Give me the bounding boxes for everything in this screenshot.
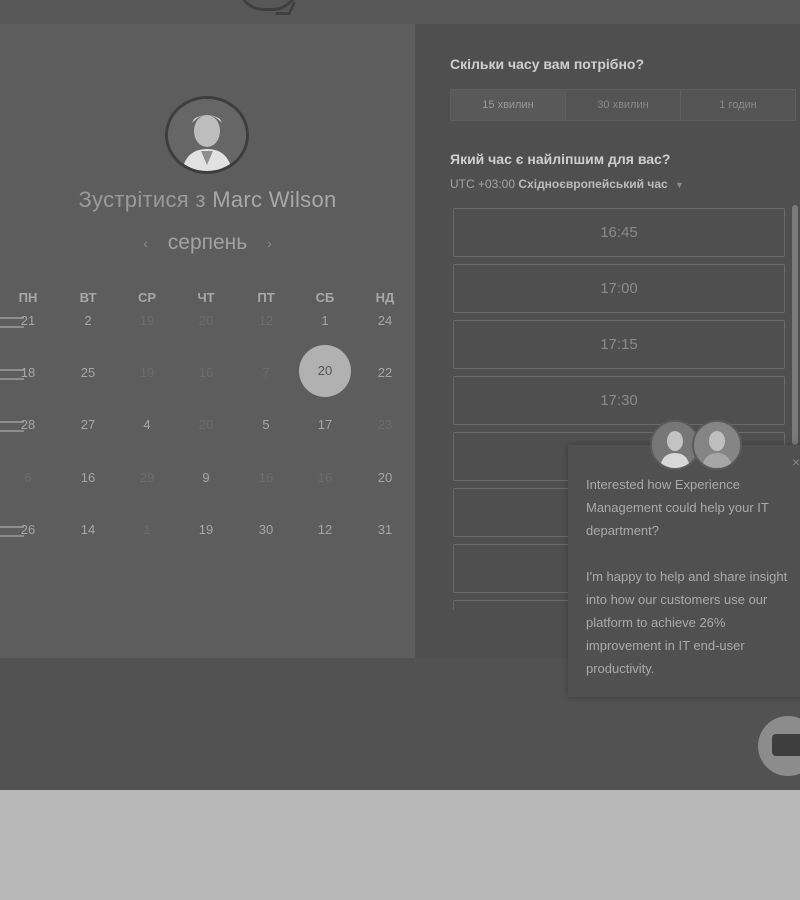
calendar-day[interactable]: 27: [68, 417, 108, 432]
calendar-day[interactable]: 2: [68, 313, 108, 328]
calendar-day[interactable]: 25: [68, 365, 108, 380]
chat-bubble-icon: [772, 734, 800, 756]
calendar-day[interactable]: 17: [305, 417, 345, 432]
calendar-day[interactable]: 20: [186, 417, 226, 432]
calendar-day[interactable]: 12: [305, 522, 345, 537]
weekday-header: ВТ: [79, 290, 97, 305]
calendar-day[interactable]: 18: [8, 365, 48, 380]
calendar-day-selected[interactable]: 20: [299, 345, 351, 397]
calendar-day[interactable]: 16: [246, 470, 286, 485]
calendar-day[interactable]: 9: [186, 470, 226, 485]
prev-month-chevron-icon[interactable]: ‹: [143, 235, 148, 251]
calendar-day[interactable]: 19: [186, 522, 226, 537]
month-navigator: ‹ серпень ›: [0, 231, 415, 255]
duration-1-hour-button[interactable]: 1 годин: [681, 90, 795, 120]
chat-message: Interested how Experience Management cou…: [586, 473, 800, 680]
timezone-name: Східноєвропейський час: [518, 177, 668, 191]
weekday-header: ПН: [18, 290, 38, 305]
calendar-day[interactable]: 5: [246, 417, 286, 432]
calendar-day[interactable]: 16: [186, 365, 226, 380]
calendar-day[interactable]: 19: [127, 365, 167, 380]
calendar-day[interactable]: 20: [186, 313, 226, 328]
time-slot-button[interactable]: 17:30: [453, 376, 785, 425]
timezone-dropdown[interactable]: UTC +03:00 Східноєвропейський час ▼: [450, 177, 684, 191]
calendar-day[interactable]: 24: [365, 313, 405, 328]
chat-message-paragraph-2: I'm happy to help and share insight into…: [586, 569, 788, 676]
duration-question: Скільки часу вам потрібно?: [450, 56, 645, 72]
calendar-day[interactable]: 16: [305, 470, 345, 485]
app-window: Зустрітися з Marc Wilson ‹ серпень › ПН В…: [0, 0, 800, 790]
host-avatar: [165, 96, 249, 174]
host-name: Marc Wilson: [212, 187, 337, 212]
chevron-down-icon: ▼: [675, 180, 684, 190]
meeting-title: Зустрітися з Marc Wilson: [0, 187, 415, 213]
duration-15-min-button[interactable]: 15 хвилин: [451, 90, 566, 120]
timezone-offset: UTC +03:00: [450, 177, 516, 191]
calendar-day[interactable]: 4: [127, 417, 167, 432]
chat-agent-avatar-2: [692, 420, 742, 470]
calendar-day[interactable]: 29: [127, 470, 167, 485]
chat-agent-avatars: [648, 420, 744, 470]
calendar-day[interactable]: 20: [365, 470, 405, 485]
calendar-day[interactable]: 23: [365, 417, 405, 432]
slot-list-scrollbar[interactable]: [792, 205, 798, 445]
calendar-day[interactable]: 28: [8, 417, 48, 432]
calendar-day[interactable]: 12: [246, 313, 286, 328]
weekday-header: СР: [137, 290, 157, 305]
calendar-day[interactable]: 22: [365, 365, 405, 380]
time-slot-button[interactable]: 16:45: [453, 208, 785, 257]
host-photo-icon: [168, 99, 246, 171]
calendar-day[interactable]: 19: [127, 313, 167, 328]
calendar-day[interactable]: 6: [8, 470, 48, 485]
weekday-header: ПТ: [257, 290, 275, 305]
weekday-header: СБ: [315, 290, 335, 305]
calendar-day[interactable]: 16: [68, 470, 108, 485]
chat-message-paragraph-1: Interested how Experience Management cou…: [586, 477, 769, 538]
agent-photo-icon: [694, 422, 740, 468]
calendar-day[interactable]: 30: [246, 522, 286, 537]
time-question: Який час є найліпшим для вас?: [450, 151, 671, 167]
meeting-title-prefix: Зустрітися з: [78, 187, 206, 212]
weekday-header: ЧТ: [197, 290, 215, 305]
duration-30-min-button[interactable]: 30 хвилин: [566, 90, 681, 120]
weekday-header: НД: [375, 290, 395, 305]
time-slot-button[interactable]: 17:15: [453, 320, 785, 369]
calendar-day[interactable]: 14: [68, 522, 108, 537]
chat-close-icon[interactable]: ×: [792, 454, 800, 470]
calendar-day[interactable]: 1: [305, 313, 345, 328]
calendar-day[interactable]: 7: [246, 365, 286, 380]
duration-selector: 15 хвилин 30 хвилин 1 годин: [450, 89, 796, 121]
calendar-day[interactable]: 26: [8, 522, 48, 537]
month-label: серпень: [167, 231, 248, 254]
calendar-day[interactable]: 21: [8, 313, 48, 328]
top-bar: [0, 0, 800, 24]
time-slot-button[interactable]: 17:00: [453, 264, 785, 313]
calendar-day[interactable]: 31: [365, 522, 405, 537]
next-month-chevron-icon[interactable]: ›: [267, 235, 272, 251]
calendar-day[interactable]: 1: [127, 522, 167, 537]
